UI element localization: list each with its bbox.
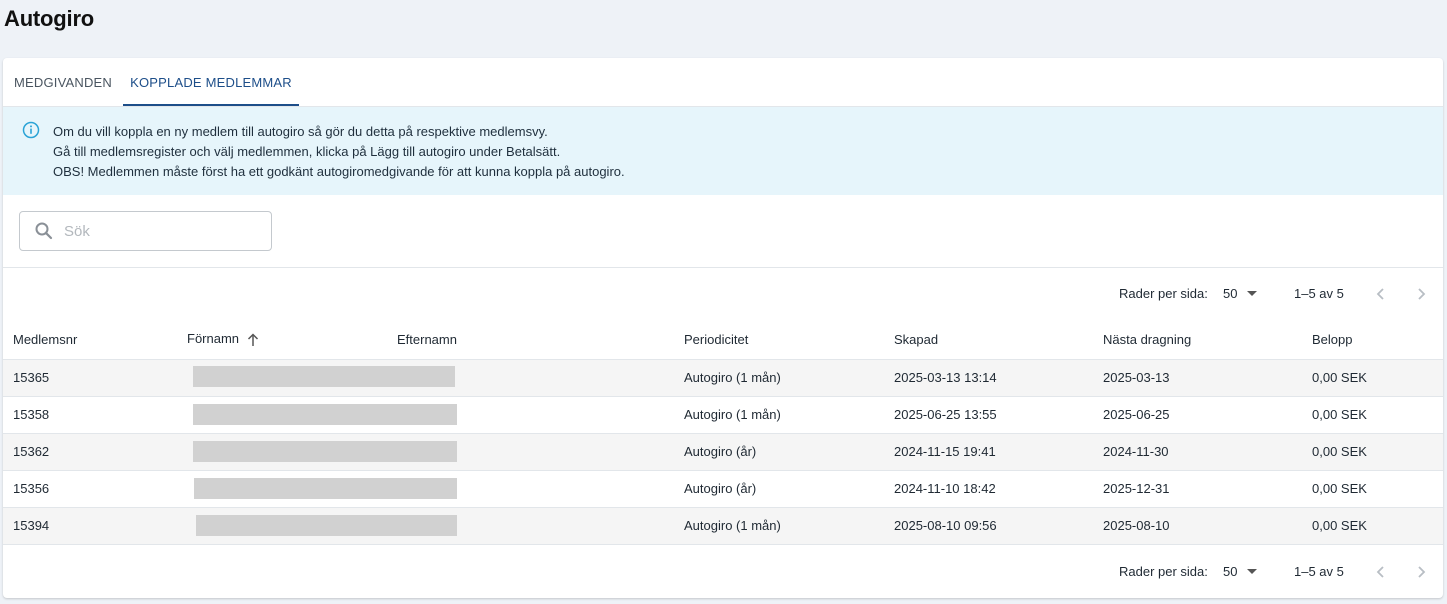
pagination-range: 1–5 av 5 [1294,286,1344,301]
search-icon [35,222,53,240]
cell-skapad: 2024-11-10 18:42 [894,470,1103,508]
cell-skapad: 2025-06-25 13:55 [894,396,1103,434]
caret-down-icon [1247,291,1258,296]
info-line: Gå till medlemsregister och välj medlemm… [53,144,561,159]
cell-belopp: 0,00 SEK [1312,433,1443,471]
col-belopp[interactable]: Belopp [1312,320,1443,360]
pagination-top: Rader per sida: 50 1–5 av 5 [3,268,1443,320]
redacted-name [196,515,457,536]
cell-belopp: 0,00 SEK [1312,396,1443,434]
cell-periodicitet: Autogiro (1 mån) [684,359,894,397]
info-icon [22,121,40,139]
members-table: Medlemsnr Förnamn Efternamn Periodicitet… [3,320,1443,545]
tab-medgivanden[interactable]: MEDGIVANDEN [3,58,123,106]
col-fornamn-label: Förnamn [187,331,240,347]
caret-down-icon [1247,569,1258,574]
cell-skapad: 2025-03-13 13:14 [894,359,1103,397]
cell-nasta-dragning: 2025-03-13 [1103,359,1312,397]
pagination-bottom: Rader per sida: 50 1–5 av 5 [3,546,1443,598]
rows-per-page-value: 50 [1223,564,1238,579]
sort-arrow-up-icon[interactable] [247,333,259,347]
cell-periodicitet: Autogiro (1 mån) [684,507,894,545]
cell-nasta-dragning: 2025-06-25 [1103,396,1312,434]
autogiro-card: MEDGIVANDEN KOPPLADE MEDLEMMAR Om du vil… [3,58,1443,598]
col-skapad[interactable]: Skapad [894,320,1103,360]
cell-belopp: 0,00 SEK [1312,470,1443,508]
page-title: Autogiro [4,6,95,31]
redacted-name [193,441,457,462]
search-input[interactable] [64,220,264,242]
cell-skapad: 2024-11-15 19:41 [894,433,1103,471]
info-text: Om du vill koppla en ny medlem till auto… [53,122,625,182]
chevron-right-icon[interactable] [1411,562,1431,582]
cell-nasta-dragning: 2025-12-31 [1103,470,1312,508]
cell-nasta-dragning: 2024-11-30 [1103,433,1312,471]
chevron-right-icon[interactable] [1411,284,1431,304]
rows-per-page-select[interactable]: 50 [1223,564,1258,579]
rows-per-page-label: Rader per sida: [1119,564,1208,579]
tab-kopplade-medlemmar[interactable]: KOPPLADE MEDLEMMAR [123,58,299,106]
cell-medlemsnr: 15362 [3,433,187,471]
redacted-name [193,366,455,387]
active-tab-indicator [123,104,299,106]
cell-periodicitet: Autogiro (1 mån) [684,396,894,434]
cell-skapad: 2025-08-10 09:56 [894,507,1103,545]
tab-bar: MEDGIVANDEN KOPPLADE MEDLEMMAR [3,58,1443,107]
cell-medlemsnr: 15358 [3,396,187,434]
info-line: OBS! Medlemmen måste först ha ett godkän… [53,164,625,179]
info-banner: Om du vill koppla en ny medlem till auto… [3,107,1443,195]
cell-belopp: 0,00 SEK [1312,359,1443,397]
redacted-name [194,478,457,499]
search-box[interactable] [19,211,272,251]
info-line: Om du vill koppla en ny medlem till auto… [53,124,548,139]
cell-nasta-dragning: 2025-08-10 [1103,507,1312,545]
rows-per-page-select[interactable]: 50 [1223,286,1258,301]
col-periodicitet[interactable]: Periodicitet [684,320,894,360]
chevron-left-icon[interactable] [1371,284,1391,304]
cell-periodicitet: Autogiro (år) [684,470,894,508]
chevron-left-icon[interactable] [1371,562,1391,582]
col-nasta-dragning[interactable]: Nästa dragning [1103,320,1312,360]
cell-periodicitet: Autogiro (år) [684,433,894,471]
cell-medlemsnr: 15365 [3,359,187,397]
pagination-range: 1–5 av 5 [1294,564,1344,579]
col-fornamn[interactable]: Förnamn [187,320,397,360]
table-header-row: Medlemsnr Förnamn Efternamn Periodicitet… [3,320,1443,360]
cell-medlemsnr: 15394 [3,507,187,545]
rows-per-page-label: Rader per sida: [1119,286,1208,301]
col-efternamn[interactable]: Efternamn [397,320,684,360]
redacted-name [193,404,457,425]
cell-medlemsnr: 15356 [3,470,187,508]
col-medlemsnr[interactable]: Medlemsnr [3,320,187,360]
rows-per-page-value: 50 [1223,286,1238,301]
cell-belopp: 0,00 SEK [1312,507,1443,545]
